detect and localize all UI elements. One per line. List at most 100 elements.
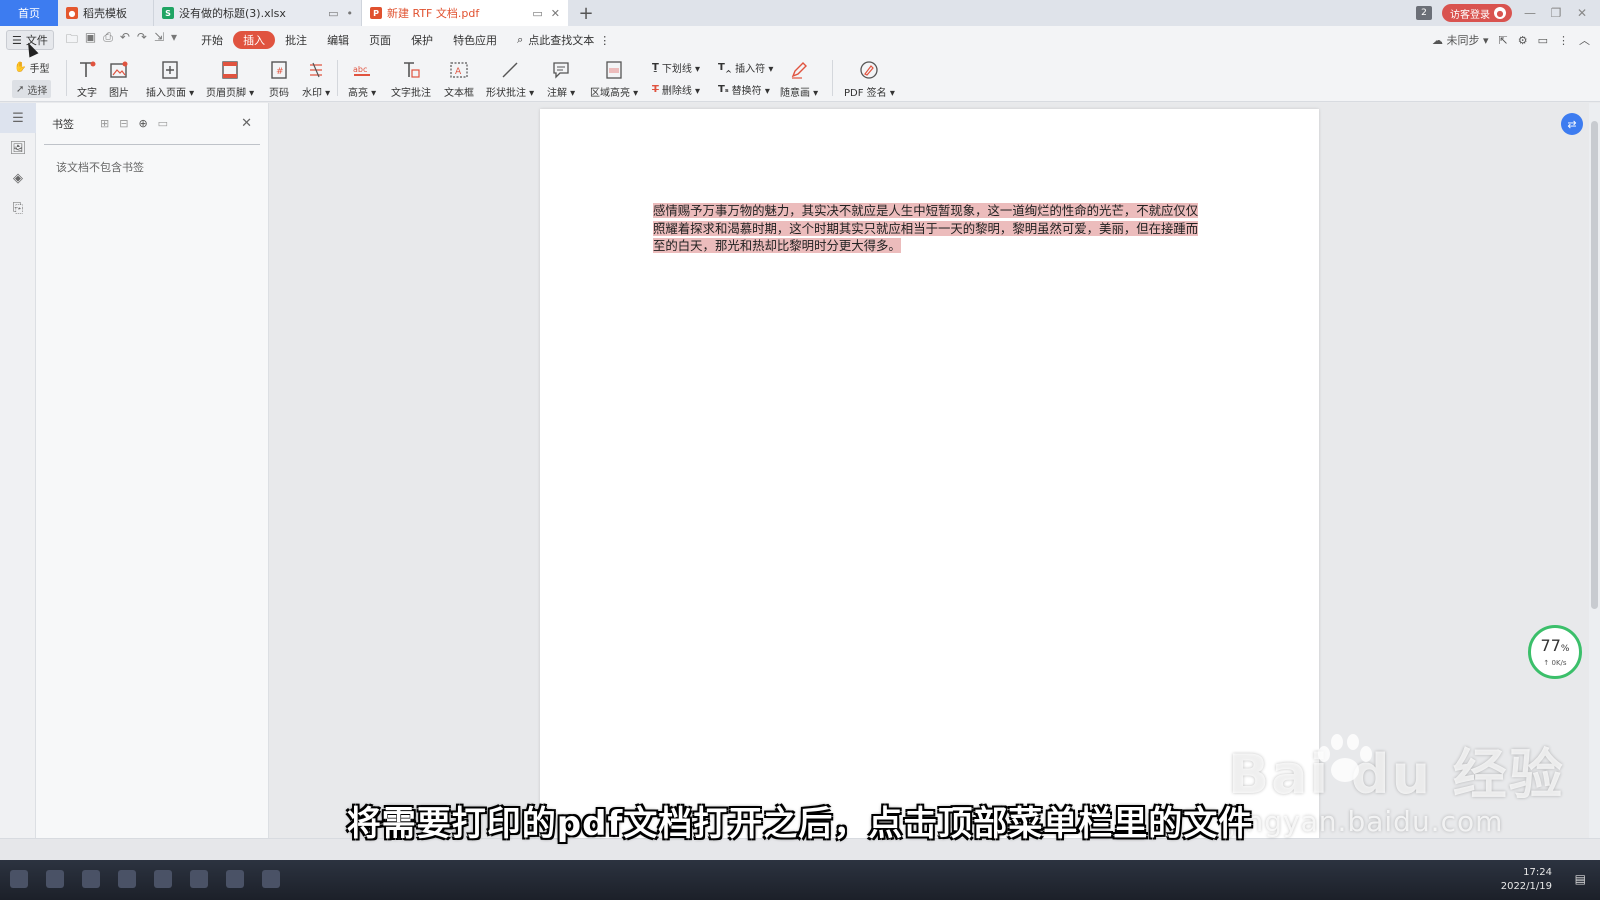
taskbar-app-icon[interactable] bbox=[46, 870, 64, 888]
taskbar-clock[interactable]: 17:24 2022/1/19 bbox=[1501, 866, 1552, 894]
hand-label: 手型 bbox=[29, 64, 50, 75]
tab-pdf-controls: ▭ ✕ bbox=[532, 7, 560, 20]
pdf-sign-button[interactable]: PDF 签名 ▾ bbox=[844, 59, 895, 99]
comment-icon[interactable]: ▭ bbox=[1538, 34, 1548, 47]
new-tab-button[interactable]: + bbox=[568, 0, 604, 26]
save-icon[interactable]: ▣ bbox=[85, 30, 96, 51]
attachment-panel-icon[interactable]: ⎘ bbox=[0, 193, 36, 223]
tab-pdf-active[interactable]: P 新建 RTF 文档.pdf ▭ ✕ bbox=[362, 0, 568, 26]
menu-edit[interactable]: 编辑 bbox=[317, 31, 359, 49]
collapse-ribbon-icon[interactable]: ︿ bbox=[1579, 32, 1590, 48]
export-icon[interactable]: ⇲ bbox=[154, 30, 164, 51]
visitor-login-button[interactable]: 访客登录 ● bbox=[1442, 4, 1512, 22]
close-panel-icon[interactable]: ✕ bbox=[241, 116, 252, 131]
share-icon[interactable]: ⇱ bbox=[1499, 34, 1508, 47]
highlight-button[interactable]: abc 高亮 ▾ bbox=[348, 59, 376, 99]
print-icon[interactable]: ⎙ bbox=[103, 30, 113, 51]
taskbar-app-icon[interactable] bbox=[118, 870, 136, 888]
network-speed-gauge[interactable]: 77% ↑ 0K/s bbox=[1528, 625, 1582, 679]
shape-comment-button[interactable]: 形状批注 ▾ bbox=[486, 59, 534, 99]
replace-mark-icon: Tₛ bbox=[718, 84, 729, 95]
menu-protect[interactable]: 保护 bbox=[401, 31, 443, 49]
vertical-scrollbar[interactable] bbox=[1589, 103, 1600, 838]
menu-comment[interactable]: 批注 bbox=[275, 31, 317, 49]
thumbnail-panel-icon[interactable]: 🖼 bbox=[0, 133, 36, 163]
text-insert-icon bbox=[76, 59, 98, 81]
window-icon[interactable]: ▭ bbox=[532, 7, 542, 20]
svg-text:#: # bbox=[276, 67, 284, 77]
taskbar-app-icon[interactable] bbox=[82, 870, 100, 888]
taskbar-app-icon[interactable] bbox=[190, 870, 208, 888]
watermark-label: 水印 ▾ bbox=[302, 88, 331, 99]
close-window-icon[interactable]: ✕ bbox=[1574, 6, 1590, 20]
strikethrough-icon: T bbox=[652, 84, 659, 95]
add-bookmark-icon[interactable]: ⊕ bbox=[138, 117, 147, 130]
notification-icon[interactable]: ▤ bbox=[1575, 872, 1586, 886]
clock-time: 17:24 bbox=[1523, 867, 1552, 878]
page-number-label: 页码 bbox=[269, 88, 289, 99]
menu-insert[interactable]: 插入 bbox=[233, 31, 276, 49]
menu-page[interactable]: 页面 bbox=[359, 31, 401, 49]
page-number-button[interactable]: # 页码 bbox=[268, 59, 290, 99]
left-rail: ☰ 🖼 ◈ ⎘ bbox=[0, 103, 36, 838]
find-text-search[interactable]: ⌕ 点此查找文本 ⋮ bbox=[517, 32, 610, 48]
underline-button[interactable]: Ṯ 下划线 ▾ bbox=[652, 60, 700, 75]
text-comment-button[interactable]: 文字批注 bbox=[391, 59, 431, 99]
chevron-down-icon[interactable]: ▾ bbox=[171, 30, 177, 51]
area-highlight-button[interactable]: 区域高亮 ▾ bbox=[590, 59, 638, 99]
pdf-page[interactable]: 感情赐予万事万物的魅力，其实决不就应是人生中短暂现象，这一道绚烂的性命的光芒，不… bbox=[540, 109, 1319, 839]
text-button[interactable]: 文字 bbox=[76, 59, 98, 99]
cloud-sync-status[interactable]: ☁ 未同步 ▾ bbox=[1432, 32, 1489, 48]
header-footer-button[interactable]: 页眉页脚 ▾ bbox=[206, 59, 254, 99]
bookmark-panel-icon[interactable]: ☰ bbox=[0, 103, 36, 133]
more-vertical-icon[interactable]: ⋮ bbox=[1558, 34, 1569, 47]
note-button[interactable]: 注解 ▾ bbox=[547, 59, 575, 99]
undo-icon[interactable]: ↶ bbox=[120, 30, 130, 51]
taskbar-app-icon[interactable] bbox=[262, 870, 280, 888]
highlighted-text[interactable]: 感情赐予万事万物的魅力，其实决不就应是人生中短暂现象，这一道绚烂的性命的光芒，不… bbox=[653, 203, 1199, 254]
main-menu: 开始 插入 批注 编辑 页面 保护 特色应用 bbox=[191, 31, 507, 49]
translate-float-icon[interactable]: ⇄ bbox=[1561, 113, 1583, 135]
more-icon[interactable]: ⋮ bbox=[599, 34, 610, 47]
insert-page-button[interactable]: 插入页面 ▾ bbox=[146, 59, 194, 99]
tab-docer-templates[interactable]: ● 稻壳模板 bbox=[58, 0, 154, 26]
window-count-badge[interactable]: 2 bbox=[1416, 6, 1432, 20]
close-tab-icon[interactable]: ✕ bbox=[551, 7, 560, 20]
image-label: 图片 bbox=[109, 88, 129, 99]
watermark-button[interactable]: 水印 ▾ bbox=[302, 59, 330, 99]
select-label: 选择 bbox=[27, 85, 48, 97]
tab-home[interactable]: 首页 bbox=[0, 0, 58, 26]
image-button[interactable]: 图片 bbox=[108, 59, 130, 99]
taskbar-app-icon[interactable] bbox=[154, 870, 172, 888]
replace-mark-button[interactable]: Tₛ 替换符 ▾ bbox=[718, 82, 770, 97]
menu-special-apps[interactable]: 特色应用 bbox=[443, 31, 507, 49]
strikethrough-button[interactable]: T 删除线 ▾ bbox=[652, 82, 700, 97]
collapse-all-icon[interactable]: ⊟ bbox=[119, 117, 128, 130]
document-paragraph[interactable]: 感情赐予万事万物的魅力，其实决不就应是人生中短暂现象，这一道绚烂的性命的光芒，不… bbox=[653, 202, 1206, 255]
settings-icon[interactable]: ⚙ bbox=[1518, 34, 1528, 47]
open-folder-icon[interactable]: 🗀 bbox=[66, 30, 78, 51]
window-icon[interactable]: ▭ bbox=[328, 7, 338, 20]
scrollbar-thumb[interactable] bbox=[1591, 121, 1598, 609]
start-icon[interactable] bbox=[10, 870, 28, 888]
tab-xlsx[interactable]: S 没有做的标题(3).xlsx ▭ • bbox=[154, 0, 362, 26]
underline-label: 下划线 ▾ bbox=[661, 64, 701, 75]
expand-all-icon[interactable]: ⊞ bbox=[100, 117, 109, 130]
taskbar-app-icon[interactable] bbox=[226, 870, 244, 888]
freehand-button[interactable]: 随意画 ▾ bbox=[780, 59, 818, 99]
tag-panel-icon[interactable]: ◈ bbox=[0, 163, 36, 193]
menu-start[interactable]: 开始 bbox=[191, 31, 233, 49]
insert-mark-button[interactable]: T‸ 插入符 ▾ bbox=[718, 60, 773, 75]
text-comment-icon bbox=[400, 59, 422, 81]
menu-right-tools: ☁ 未同步 ▾ ⇱ ⚙ ▭ ⋮ ︿ bbox=[1432, 26, 1590, 54]
delete-bookmark-icon[interactable]: ▭ bbox=[158, 117, 168, 130]
textbox-button[interactable]: A 文本框 bbox=[444, 59, 474, 99]
tab-bar: 首页 ● 稻壳模板 S 没有做的标题(3).xlsx ▭ • P 新建 RTF 文… bbox=[0, 0, 1600, 26]
restore-icon[interactable]: ❐ bbox=[1548, 6, 1564, 20]
paw-logo-icon bbox=[1318, 734, 1372, 782]
document-viewport[interactable]: 感情赐予万事万物的魅力，其实决不就应是人生中短暂现象，这一道绚烂的性命的光芒，不… bbox=[269, 103, 1589, 839]
minimize-icon[interactable]: — bbox=[1522, 6, 1538, 20]
select-tool[interactable]: ➚ 选择 bbox=[12, 80, 52, 98]
hand-tool[interactable]: ✋ 手型 bbox=[14, 60, 49, 75]
redo-icon[interactable]: ↷ bbox=[137, 30, 147, 51]
